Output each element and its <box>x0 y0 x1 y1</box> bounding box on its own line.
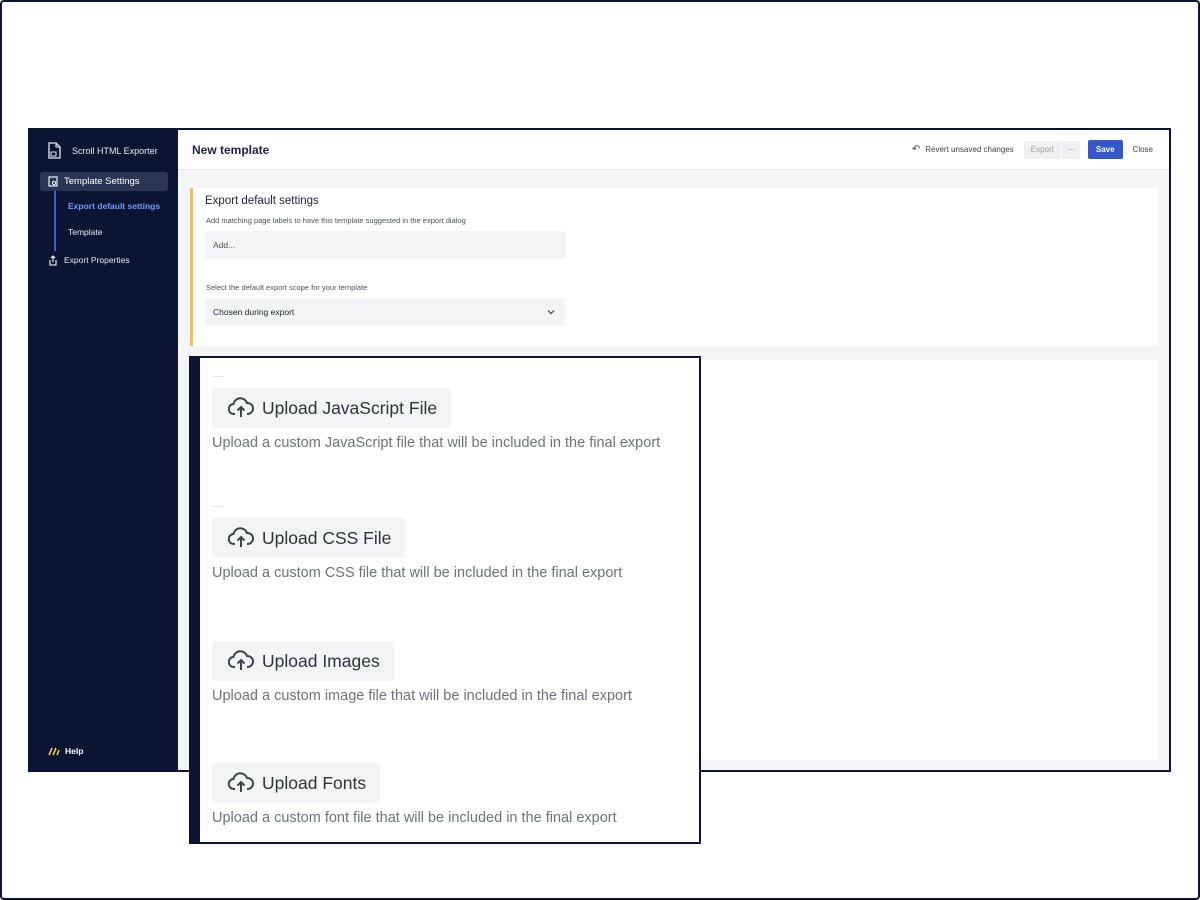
document-export-icon <box>46 142 62 160</box>
more-options-button[interactable]: ··· <box>1061 140 1080 159</box>
help-logo-icon <box>48 747 60 755</box>
upload-images-button[interactable]: Upload Images <box>212 641 394 681</box>
settings-page-icon <box>48 176 58 187</box>
cloud-upload-icon <box>228 650 254 670</box>
labels-placeholder: Add... <box>213 240 236 250</box>
sidebar-subitem-export-default-settings[interactable]: Export default settings <box>68 201 160 211</box>
help-label: Help <box>65 746 84 756</box>
upload-label: Upload JavaScript File <box>262 397 438 418</box>
upload-label: Upload Images <box>262 650 380 671</box>
page-labels-input[interactable]: Add... <box>205 231 566 259</box>
app-name: Scroll HTML Exporter <box>72 146 158 156</box>
sidebar-item-template-settings[interactable]: Template Settings <box>40 172 168 191</box>
help-link[interactable]: Help <box>48 746 83 756</box>
scope-hint: Select the default export scope for your… <box>206 283 368 292</box>
upload-css-section: Upload CSS File Upload a custom CSS file… <box>212 518 622 581</box>
undo-icon: ↶ <box>911 144 921 155</box>
scope-value: Chosen during export <box>213 307 295 317</box>
upload-fonts-section: Upload Fonts Upload a custom font file t… <box>212 763 617 826</box>
upload-description: Upload a custom font file that will be i… <box>212 810 617 826</box>
sidebar-item-label: Template Settings <box>64 176 140 187</box>
cloud-upload-icon <box>228 527 254 547</box>
sidebar: Scroll HTML Exporter Template Settings E… <box>30 130 178 770</box>
save-button[interactable]: Save <box>1087 140 1123 159</box>
sidebar-item-export-properties[interactable]: Export Properties <box>30 251 178 269</box>
upload-description: Upload a custom JavaScript file that wil… <box>212 435 661 451</box>
upload-description: Upload a custom CSS file that will be in… <box>212 565 623 581</box>
upload-description: Upload a custom image file that will be … <box>212 688 632 704</box>
export-default-settings-card: Export default settings Add matching pag… <box>190 188 1158 346</box>
topbar: New template ↶ Revert unsaved changes Ex… <box>178 130 1169 170</box>
sidebar-subnav: Export default settings Template <box>54 191 178 251</box>
upload-css-button[interactable]: Upload CSS File <box>212 518 406 558</box>
section-title: Export default settings <box>205 195 319 207</box>
revert-unsaved-changes-button[interactable]: ↶ Revert unsaved changes <box>912 144 1014 155</box>
export-scope-select[interactable]: Chosen during export <box>205 298 565 326</box>
sidebar-header: Scroll HTML Exporter <box>30 130 178 172</box>
cloud-upload-icon <box>228 397 254 417</box>
export-button[interactable]: Export <box>1023 140 1061 159</box>
labels-hint: Add matching page labels to have this te… <box>206 216 466 225</box>
page-title: New template <box>192 142 270 157</box>
upload-javascript-button[interactable]: Upload JavaScript File <box>212 388 452 428</box>
upload-zoom-panel: Upload JavaScript File Upload a custom J… <box>189 356 701 844</box>
sidebar-item-label: Export Properties <box>64 255 130 265</box>
export-icon <box>49 254 57 266</box>
cloud-upload-icon <box>228 772 254 792</box>
upload-label: Upload Fonts <box>262 772 367 793</box>
close-button[interactable]: Close <box>1133 145 1153 154</box>
revert-label: Revert unsaved changes <box>925 145 1014 154</box>
chevron-down-icon <box>547 310 555 315</box>
upload-images-section: Upload Images Upload a custom image file… <box>212 641 632 704</box>
sidebar-edge <box>191 358 200 842</box>
upload-fonts-button[interactable]: Upload Fonts <box>212 763 381 803</box>
sidebar-subitem-template[interactable]: Template <box>68 227 103 237</box>
upload-javascript-section: Upload JavaScript File Upload a custom J… <box>212 388 660 451</box>
upload-label: Upload CSS File <box>262 527 392 548</box>
